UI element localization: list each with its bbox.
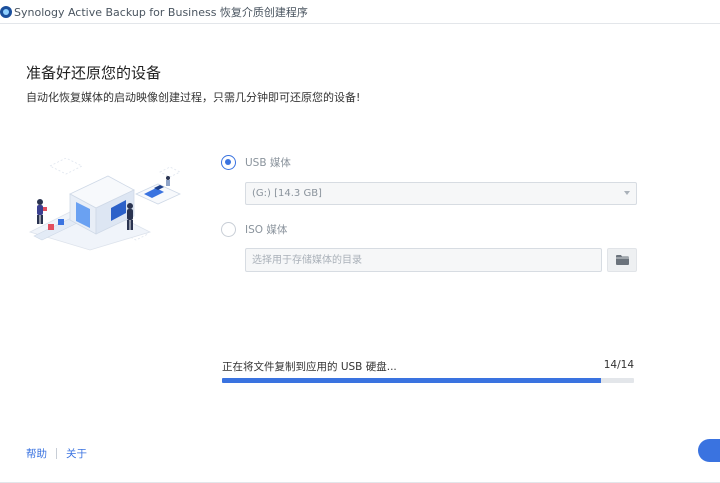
iso-media-radio[interactable]	[221, 222, 236, 237]
progress-count: 14/14	[603, 359, 634, 371]
browse-folder-button[interactable]	[607, 248, 637, 272]
window-title: Synology Active Backup for Business 恢复介质…	[14, 5, 308, 19]
usb-media-label: USB 媒体	[245, 157, 291, 169]
page-title: 准备好还原您的设备	[26, 64, 162, 82]
chevron-down-icon	[624, 191, 630, 195]
usb-drive-select[interactable]: (G:) [14.3 GB]	[245, 182, 637, 205]
folder-icon	[615, 255, 629, 265]
progress-bar-fill	[222, 378, 602, 383]
usb-media-radio[interactable]	[221, 155, 236, 170]
footer-divider	[56, 448, 57, 459]
iso-media-option[interactable]: ISO 媒体	[221, 222, 287, 237]
usb-media-option[interactable]: USB 媒体	[221, 155, 291, 170]
footer-links: 帮助 关于	[26, 446, 87, 461]
usb-drive-selected-value: (G:) [14.3 GB]	[252, 188, 322, 199]
iso-media-label: ISO 媒体	[245, 224, 288, 236]
backup-illustration	[28, 158, 181, 251]
next-button[interactable]	[698, 439, 720, 462]
about-link[interactable]: 关于	[66, 446, 87, 461]
progress-status: 正在将文件复制到应用的 USB 硬盘...	[222, 361, 397, 373]
help-link[interactable]: 帮助	[26, 446, 47, 461]
page-description: 自动化恢复媒体的启动映像创建过程，只需几分钟即可还原您的设备!	[26, 91, 361, 104]
title-bar: Synology Active Backup for Business 恢复介质…	[0, 0, 720, 24]
app-icon	[0, 5, 12, 18]
iso-path-input[interactable]	[245, 248, 602, 272]
progress-bar	[222, 378, 634, 383]
